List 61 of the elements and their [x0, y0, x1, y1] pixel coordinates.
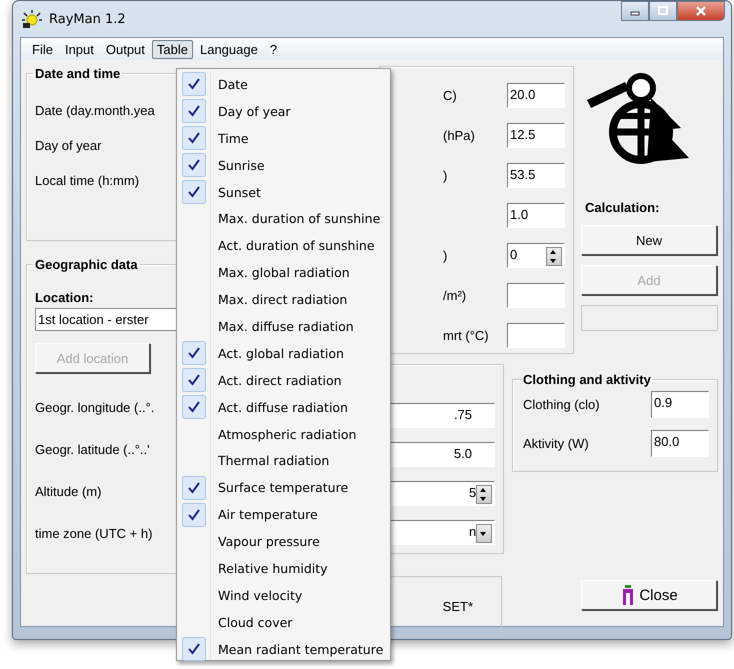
- minimize-button[interactable]: [621, 1, 649, 21]
- menu-item[interactable]: Sunrise: [177, 152, 390, 179]
- field-label: C): [443, 88, 457, 103]
- field-label: Date (day.month.yea: [35, 103, 155, 118]
- maximize-icon: [657, 6, 669, 16]
- menu-item[interactable]: Time: [177, 124, 390, 152]
- menu-item[interactable]: Language: [194, 40, 263, 58]
- field-label: mrt (°C): [443, 328, 489, 343]
- input-field[interactable]: 0.9: [651, 391, 709, 418]
- menu-item[interactable]: Wind velocity: [177, 582, 390, 609]
- menu-item[interactable]: Cloud cover: [177, 608, 390, 636]
- field-label: Location:: [35, 290, 94, 305]
- menu-item[interactable]: Max. direct radiation: [177, 286, 390, 314]
- close-button[interactable]: [677, 1, 725, 21]
- close-button[interactable]: Close: [581, 580, 717, 610]
- spinner-field[interactable]: 0: [507, 243, 565, 268]
- menu-item[interactable]: Max. diffuse radiation: [177, 313, 390, 340]
- field-label: Local time (h:mm): [35, 173, 140, 188]
- input-field[interactable]: [507, 283, 565, 308]
- window-title: RayMan 1.2: [49, 12, 126, 26]
- menu-item[interactable]: Act. direct radiation: [177, 366, 390, 394]
- menu-item[interactable]: Relative humidity: [177, 555, 390, 582]
- menu-item[interactable]: Mean radiant temperature: [177, 636, 390, 663]
- input-field[interactable]: 20.0: [507, 83, 565, 108]
- input-field[interactable]: 53.5: [507, 163, 565, 188]
- field-label: Day of year: [35, 138, 102, 153]
- field-label: ): [443, 168, 448, 183]
- menu-item[interactable]: ?: [264, 40, 282, 58]
- menu-item[interactable]: Output: [100, 40, 150, 58]
- field-label: Altitude (m): [35, 484, 102, 499]
- input-field[interactable]: 12.5: [507, 123, 565, 148]
- group-title: Geographic data: [34, 257, 139, 272]
- menu-item[interactable]: Act. global radiation: [177, 340, 390, 367]
- field-label: Aktivity (W): [523, 436, 589, 451]
- field-label: Clothing (clo): [523, 397, 600, 412]
- field-label: Geogr. latitude (..°..': [35, 442, 150, 457]
- input-field[interactable]: 1.0: [507, 203, 565, 228]
- menu-item[interactable]: Table: [152, 40, 193, 58]
- field-label: time zone (UTC + h): [35, 526, 152, 541]
- field-label: (hPa): [443, 128, 475, 143]
- group-title: Date and time: [34, 66, 122, 81]
- input-field[interactable]: [507, 323, 565, 348]
- panel-text: SET*: [442, 598, 473, 614]
- section-title: Calculation:: [585, 200, 660, 215]
- close-icon: [695, 6, 707, 16]
- input-field[interactable]: 80.0: [651, 430, 709, 457]
- menu-item[interactable]: Input: [60, 40, 99, 58]
- menu-item[interactable]: File: [27, 40, 58, 58]
- menu-item[interactable]: Max. duration of sunshine: [177, 205, 390, 232]
- menu-item[interactable]: Act. duration of sunshine: [177, 232, 390, 260]
- menu-item[interactable]: Sunset: [177, 178, 390, 206]
- menu-item[interactable]: Day of year: [177, 98, 390, 125]
- sun-icon: [21, 9, 43, 29]
- calculation-button[interactable]: New: [581, 225, 717, 255]
- group-title: Clothing and aktivity: [522, 372, 652, 387]
- field-label: ): [443, 248, 448, 263]
- menu-item[interactable]: Date: [177, 71, 390, 98]
- menu-item[interactable]: Max. global radiation: [177, 259, 390, 286]
- field-label: /m²): [443, 288, 466, 303]
- field-label: Geogr. longitude (..°.: [35, 400, 154, 415]
- maximize-button[interactable]: [649, 1, 677, 21]
